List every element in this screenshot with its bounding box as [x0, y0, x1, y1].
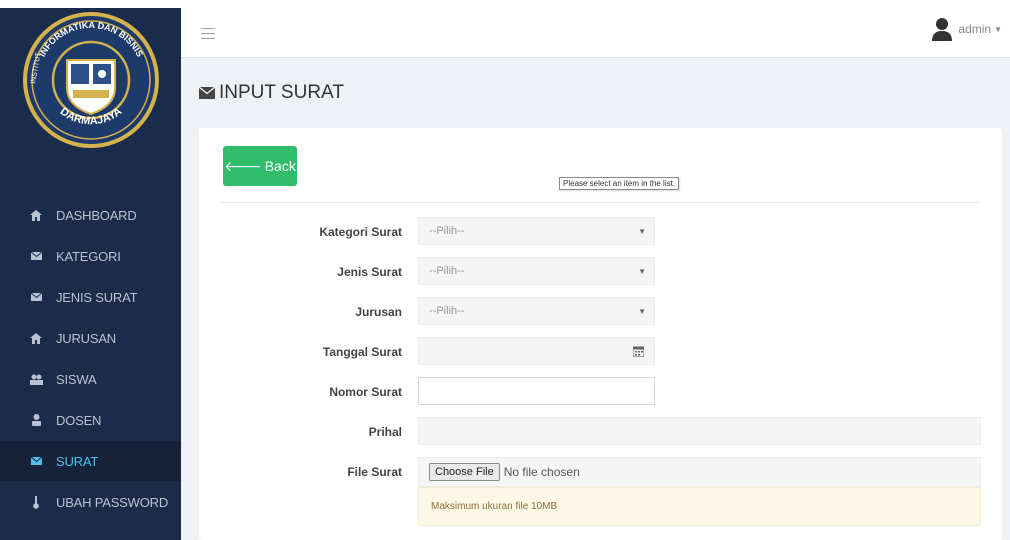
- envelope-icon: [199, 87, 215, 99]
- user-name: admin: [958, 22, 992, 36]
- file-surat-label: File Surat: [347, 465, 402, 479]
- form-row-file: File Surat Choose File No file chosen: [199, 457, 1002, 487]
- form-row-jurusan: Jurusan --Pilih-- ▼: [199, 297, 1002, 327]
- kategori-surat-label: Kategori Surat: [319, 225, 402, 239]
- jenis-surat-value: --Pilih--: [429, 265, 465, 277]
- envelope-icon: [28, 453, 44, 469]
- hamburger-menu-icon[interactable]: [201, 28, 215, 39]
- kategori-surat-value: --Pilih--: [429, 225, 465, 237]
- file-size-note: Maksimum ukuran file 10MB: [418, 487, 981, 526]
- sidebar-item-jurusan[interactable]: JURUSAN: [0, 318, 181, 358]
- prihal-label: Prihal: [368, 425, 402, 439]
- page-title-text: INPUT SURAT: [219, 82, 344, 103]
- form-row-prihal: Prihal: [199, 417, 1002, 447]
- nomor-surat-label: Nomor Surat: [329, 385, 402, 399]
- validation-tooltip: Please select an item in the list.: [559, 177, 680, 190]
- envelope-icon: [28, 248, 44, 264]
- top-navbar: admin ▼: [181, 8, 1010, 58]
- divider: [221, 202, 981, 203]
- thermometer-icon: [28, 494, 44, 510]
- sidebar-item-label: DOSEN: [56, 412, 102, 428]
- form-row-nomor: Nomor Surat: [199, 377, 1002, 407]
- sidebar-item-dosen[interactable]: DOSEN: [0, 400, 181, 440]
- file-surat-input: Choose File No file chosen: [418, 457, 981, 487]
- main-content: INPUT SURAT 🡐 Back Kategori Surat --Pili…: [181, 58, 1010, 540]
- sidebar-item-surat[interactable]: SURAT: [0, 441, 181, 481]
- kategori-surat-select[interactable]: --Pilih-- ▼: [418, 217, 655, 245]
- sidebar-item-label: SISWA: [56, 371, 97, 387]
- jurusan-label: Jurusan: [355, 305, 402, 319]
- sidebar-item-label: SURAT: [56, 453, 99, 469]
- back-button[interactable]: 🡐 Back: [223, 146, 297, 186]
- form-row-jenis: Jenis Surat --Pilih-- ▼: [199, 257, 1002, 287]
- choose-file-button[interactable]: Choose File: [429, 463, 500, 481]
- page-title: INPUT SURAT: [199, 82, 344, 104]
- sidebar-item-ubah-password[interactable]: UBAH PASSWORD: [0, 482, 181, 522]
- caret-down-icon: ▼: [994, 24, 1002, 34]
- form-row-kategori: Kategori Surat --Pilih-- ▼: [199, 217, 1002, 247]
- back-button-label: Back: [264, 158, 296, 174]
- caret-down-icon: ▼: [638, 307, 646, 316]
- tanggal-surat-input[interactable]: [418, 337, 655, 365]
- file-status-text: No file chosen: [503, 465, 580, 479]
- jurusan-value: --Pilih--: [429, 305, 465, 317]
- sidebar-item-kategori[interactable]: KATEGORI: [0, 236, 181, 276]
- envelope-icon: [28, 289, 44, 305]
- sidebar-item-label: DASHBOARD: [56, 207, 137, 223]
- user-icon: [28, 412, 44, 428]
- caret-down-icon: ▼: [638, 267, 646, 276]
- jurusan-select[interactable]: --Pilih-- ▼: [418, 297, 655, 325]
- sidebar-item-label: UBAH PASSWORD: [56, 494, 169, 510]
- sidebar-item-siswa[interactable]: SISWA: [0, 359, 181, 399]
- darmajaya-seal-logo: INFORMATIKA DAN BISNIS DARMAJAYA INSTITU…: [22, 12, 159, 148]
- sidebar-item-label: KATEGORI: [56, 248, 121, 264]
- tanggal-surat-label: Tanggal Surat: [322, 345, 402, 359]
- jenis-surat-label: Jenis Surat: [337, 265, 402, 279]
- form-row-note: Maksimum ukuran file 10MB: [199, 487, 1002, 526]
- user-avatar-icon: [932, 18, 953, 41]
- users-icon: [28, 371, 44, 387]
- app-root: INFORMATIKA DAN BISNIS DARMAJAYA INSTITU…: [0, 0, 1010, 540]
- calendar-icon[interactable]: [633, 346, 644, 357]
- nomor-surat-input[interactable]: [418, 377, 655, 405]
- sidebar-item-jenis-surat[interactable]: JENIS SURAT: [0, 277, 181, 317]
- prihal-input[interactable]: [418, 417, 981, 445]
- sidebar-item-label: JURUSAN: [56, 330, 116, 346]
- user-menu[interactable]: admin ▼: [932, 17, 1002, 41]
- sidebar: INFORMATIKA DAN BISNIS DARMAJAYA INSTITU…: [0, 8, 181, 540]
- logo: INFORMATIKA DAN BISNIS DARMAJAYA INSTITU…: [0, 8, 181, 170]
- caret-down-icon: ▼: [638, 227, 646, 236]
- arrow-left-icon: 🡐: [224, 157, 262, 174]
- sidebar-item-dashboard[interactable]: DASHBOARD: [0, 195, 181, 235]
- home-icon: [28, 330, 44, 346]
- jenis-surat-select[interactable]: --Pilih-- ▼: [418, 257, 655, 285]
- form-row-tanggal: Tanggal Surat: [199, 337, 1002, 367]
- home-icon: [28, 207, 44, 223]
- sidebar-item-label: JENIS SURAT: [56, 289, 138, 305]
